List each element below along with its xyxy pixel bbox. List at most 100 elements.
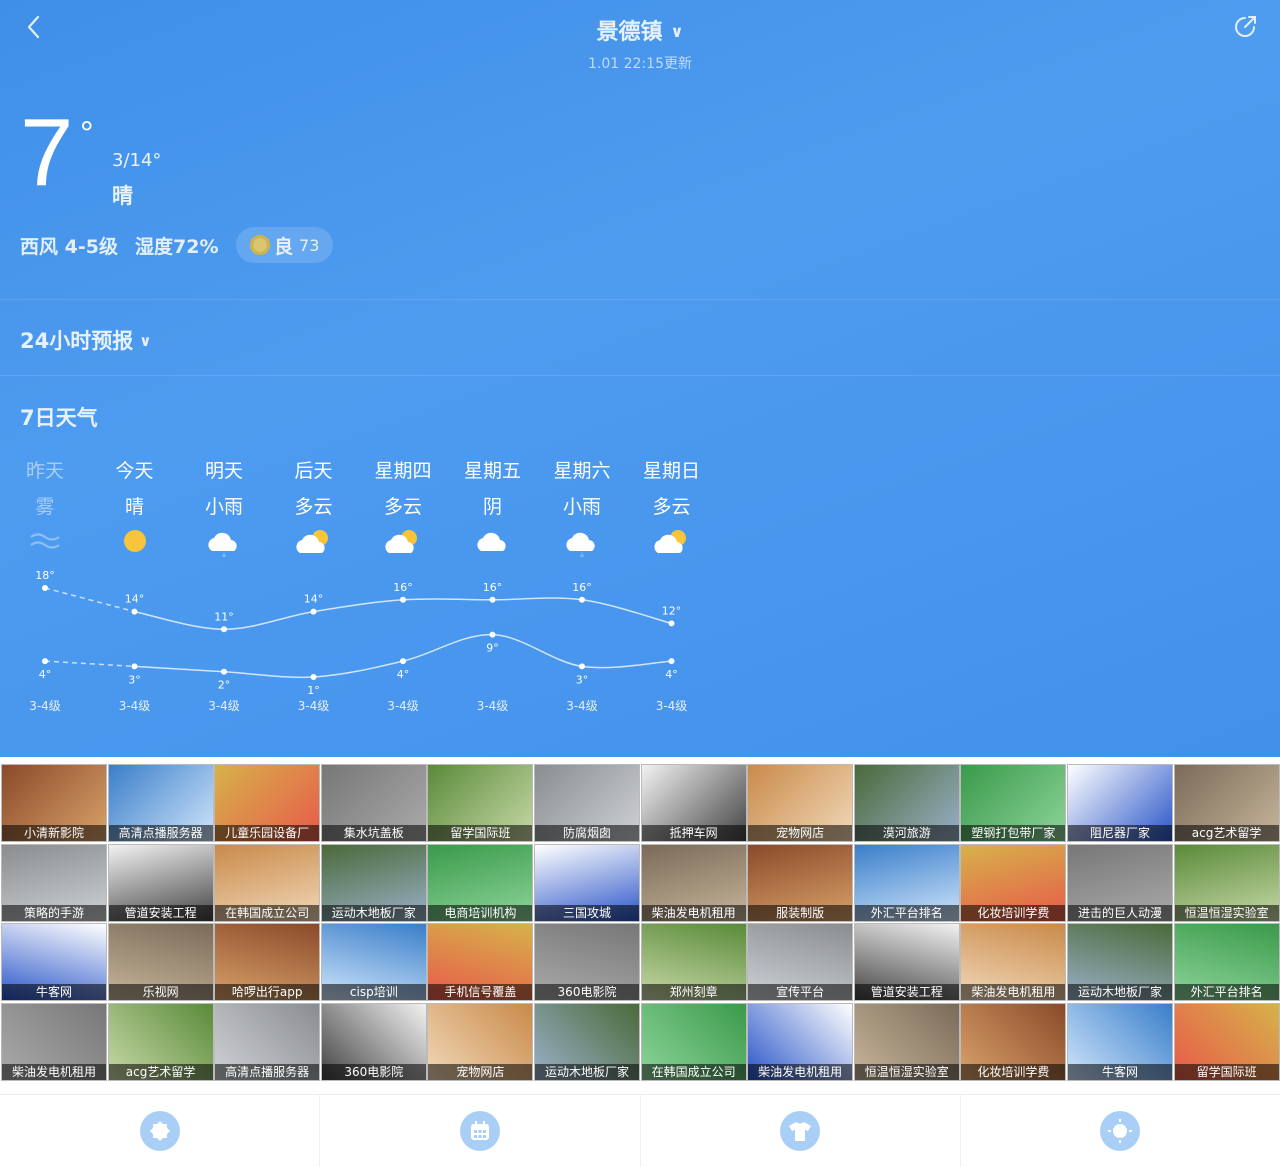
- ad-tile[interactable]: 化妆培训学费: [960, 843, 1067, 922]
- ad-tile[interactable]: 儿童乐园设备厂: [214, 764, 321, 842]
- tab-3[interactable]: [641, 1095, 961, 1167]
- ad-tile-label: 360电影院: [535, 984, 639, 1000]
- ad-tile[interactable]: 漠河旅游: [853, 764, 960, 842]
- ad-tile[interactable]: 宠物网店: [747, 764, 854, 842]
- ad-tile[interactable]: 抵押车网: [640, 764, 747, 842]
- ad-tile[interactable]: 柴油发电机租用: [747, 1002, 854, 1081]
- ad-tile[interactable]: 运动木地板厂家: [534, 1002, 640, 1081]
- trend-point-high: [42, 585, 48, 591]
- ad-tile[interactable]: 小清新影院: [1, 764, 107, 842]
- trend-label-high: 12°: [662, 604, 682, 617]
- trend-point-high: [668, 620, 675, 627]
- trend-label-low: 3°: [576, 673, 589, 686]
- trend-point-low: [42, 658, 48, 665]
- ad-tile[interactable]: cisp培训: [320, 923, 427, 1001]
- partly-cloudy-icon: [627, 525, 717, 557]
- sun-icon: [1100, 1111, 1141, 1151]
- day-condition: 小雨: [204, 496, 243, 518]
- hourly-forecast-toggle[interactable]: 24小时预报 ∨: [20, 325, 151, 355]
- city-name: 景德镇: [596, 20, 663, 45]
- ad-tile-label: 郑州刻章: [641, 984, 746, 1000]
- wind-level-label: 3-4级: [298, 699, 330, 713]
- ad-tile[interactable]: 化妆培训学费: [960, 1002, 1067, 1081]
- day-name: 明天: [204, 460, 243, 482]
- ad-tile[interactable]: 柴油发电机租用: [960, 923, 1067, 1001]
- ad-tile-label: 外汇平台排名: [854, 904, 959, 921]
- rain-icon: [537, 525, 627, 558]
- ad-tile-label: 柴油发电机租用: [2, 1063, 106, 1080]
- ad-tile[interactable]: 外汇平台排名: [1173, 923, 1280, 1001]
- ad-tile-label: 在韩国成立公司: [215, 904, 320, 921]
- rain-icon: [179, 525, 269, 558]
- day-name: 昨天: [25, 460, 64, 482]
- ad-tile-label: 运动木地板厂家: [321, 904, 426, 921]
- partly-cloudy-icon: [269, 525, 359, 557]
- air-quality-badge[interactable]: 良 73: [236, 227, 334, 263]
- trend-label-high: 18°: [35, 569, 55, 582]
- temperature-trend-chart: 18° 14° 11° 14° 16° 16° 16° 12° 4° 3° 2° 1° 4° 9° 3° 4°…: [29, 569, 687, 713]
- ad-tile-label: 柴油发电机租用: [748, 1063, 853, 1080]
- ad-tile[interactable]: 手机信号覆盖: [427, 923, 534, 1001]
- trend-label-high: 14°: [304, 593, 324, 606]
- ad-tile[interactable]: 塑钢打包带厂家: [960, 764, 1067, 842]
- ad-tile-label: 电商培训机构: [428, 904, 533, 921]
- trend-label-high: 16°: [483, 581, 503, 594]
- ad-tile[interactable]: 高清点播服务器: [107, 764, 214, 842]
- ad-tile[interactable]: 高清点播服务器: [214, 1002, 321, 1081]
- ad-tile-label: 高清点播服务器: [215, 1063, 320, 1080]
- ad-tile[interactable]: 策略的手游: [1, 843, 107, 922]
- share-icon[interactable]: [1230, 12, 1260, 42]
- ad-tile[interactable]: 宠物网店: [427, 1002, 534, 1081]
- wind-level-label: 3-4级: [208, 699, 240, 713]
- tab-1[interactable]: [0, 1095, 321, 1167]
- ad-tile[interactable]: 牛客网: [1067, 1002, 1173, 1081]
- ad-tile[interactable]: 阻尼器厂家: [1067, 764, 1173, 842]
- ad-tile[interactable]: 恒温恒湿实验室: [1173, 843, 1280, 922]
- tab-2[interactable]: [320, 1095, 641, 1167]
- ad-tile[interactable]: 哈啰出行app: [214, 923, 321, 1001]
- ad-tile[interactable]: acg艺术留学: [107, 1002, 214, 1081]
- city-selector[interactable]: 景德镇 ∨: [0, 14, 1280, 46]
- ad-tile[interactable]: 留学国际班: [427, 764, 534, 842]
- ad-tile[interactable]: 郑州刻章: [640, 923, 747, 1001]
- ad-tile[interactable]: 电商培训机构: [427, 843, 534, 922]
- ad-tile[interactable]: 外汇平台排名: [853, 843, 960, 922]
- ad-tile[interactable]: 集水坑盖板: [320, 764, 427, 842]
- shirt-icon: [780, 1111, 821, 1151]
- ad-tile[interactable]: 在韩国成立公司: [214, 843, 321, 922]
- trend-point-high: [310, 608, 317, 615]
- ad-tile[interactable]: 管道安装工程: [853, 923, 960, 1001]
- ad-tile-label: 化妆培训学费: [961, 1063, 1066, 1080]
- ad-tile[interactable]: 乐视网: [107, 923, 214, 1001]
- humidity-info: 湿度72%: [135, 236, 219, 258]
- ad-tile[interactable]: 防腐烟囱: [534, 764, 640, 842]
- ad-tile[interactable]: 宣传平台: [747, 923, 854, 1001]
- ad-tile[interactable]: 在韩国成立公司: [640, 1002, 747, 1081]
- ad-tile-label: 集水坑盖板: [321, 825, 426, 841]
- ad-tile-label: 乐视网: [108, 984, 213, 1000]
- ad-tile[interactable]: 运动木地板厂家: [1067, 923, 1173, 1001]
- ad-tile[interactable]: 牛客网: [1, 923, 107, 1001]
- week-forecast-title: 7日天气: [20, 406, 98, 430]
- trend-point-high: [489, 596, 496, 603]
- trend-label-high: 11°: [214, 610, 234, 623]
- ad-tile[interactable]: 360电影院: [534, 923, 640, 1001]
- trend-label-high: 16°: [572, 581, 592, 594]
- ad-tile[interactable]: 留学国际班: [1173, 1002, 1280, 1081]
- ad-tile[interactable]: 进击的巨人动漫: [1067, 843, 1173, 922]
- ad-tile[interactable]: 运动木地板厂家: [320, 843, 427, 922]
- wind-info: 西风 4-5级: [20, 236, 118, 258]
- tab-4[interactable]: [961, 1095, 1280, 1167]
- wind-level-label: 3-4级: [566, 699, 598, 713]
- ad-tile[interactable]: acg艺术留学: [1173, 764, 1280, 842]
- ad-tile-label: 运动木地板厂家: [535, 1063, 639, 1080]
- ad-tile[interactable]: 柴油发电机租用: [640, 843, 747, 922]
- update-time: 1.01 22:15更新: [588, 56, 692, 72]
- ad-tile[interactable]: 恒温恒湿实验室: [853, 1002, 960, 1081]
- ad-tile[interactable]: 三国攻城: [534, 843, 640, 922]
- ad-tile[interactable]: 柴油发电机租用: [1, 1002, 107, 1081]
- ad-tile[interactable]: 服装制版: [747, 843, 854, 922]
- ad-tile[interactable]: 360电影院: [320, 1002, 427, 1081]
- ad-tile-label: 防腐烟囱: [535, 825, 639, 841]
- ad-tile[interactable]: 管道安装工程: [107, 843, 214, 922]
